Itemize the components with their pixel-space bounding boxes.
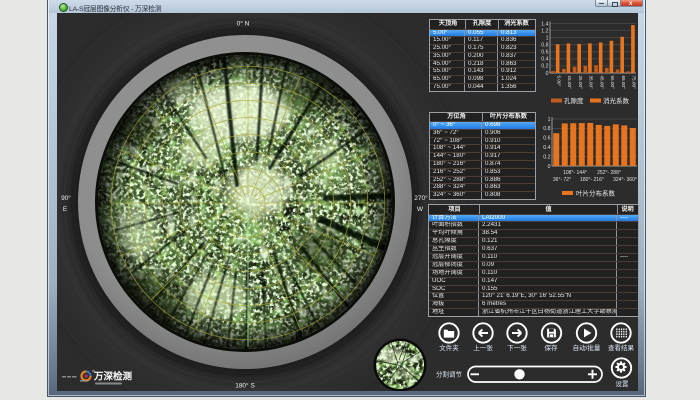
svg-text:0° N: 0° N [237, 20, 250, 28]
svg-text:1.2: 1.2 [541, 28, 548, 34]
svg-text:0.2: 0.2 [541, 64, 548, 70]
svg-text:180° S: 180° S [235, 382, 255, 390]
svg-text:108°- 144°: 108°- 144° [563, 170, 587, 176]
svg-text:分割调节: 分割调节 [436, 370, 463, 379]
svg-text:消光系数: 消光系数 [603, 96, 630, 105]
svg-text:1.4: 1.4 [541, 21, 548, 27]
svg-text:35.00°: 35.00° [589, 76, 594, 89]
svg-text:E: E [63, 206, 68, 213]
svg-text:45.00°: 45.00° [599, 76, 604, 89]
svg-text:65.00°: 65.00° [621, 76, 626, 89]
svg-text:0.4: 0.4 [543, 145, 550, 151]
svg-text:1: 1 [548, 117, 551, 123]
svg-text:叶片分布系数: 叶片分布系数 [576, 189, 616, 198]
svg-text:90°: 90° [61, 194, 71, 202]
svg-text:W: W [417, 206, 424, 213]
svg-text:0: 0 [546, 71, 549, 77]
svg-text:180°- 216°: 180°- 216° [580, 177, 604, 183]
svg-text:0.8: 0.8 [543, 126, 550, 132]
svg-text:0.6: 0.6 [541, 50, 548, 56]
svg-text:1: 1 [546, 35, 549, 41]
svg-text:0.2: 0.2 [543, 154, 550, 160]
svg-text:75.00°: 75.00° [632, 76, 637, 89]
svg-text:36°- 72°: 36°- 72° [553, 177, 571, 183]
svg-text:上一张: 上一张 [473, 343, 493, 352]
svg-text:万深检测: 万深检测 [93, 371, 133, 383]
svg-text:0: 0 [548, 164, 551, 170]
svg-text:下一张: 下一张 [507, 343, 527, 352]
svg-text:0.6: 0.6 [543, 136, 550, 142]
svg-text:保存: 保存 [545, 343, 559, 352]
svg-text:324°- 360°: 324°- 360° [613, 177, 637, 183]
svg-text:25.00°: 25.00° [578, 76, 583, 89]
svg-text:15.00°: 15.00° [567, 76, 572, 89]
svg-text:0.8: 0.8 [541, 43, 548, 49]
svg-text:文件夹: 文件夹 [439, 343, 459, 352]
svg-text:查看结果: 查看结果 [608, 343, 635, 352]
svg-text:孔隙度: 孔隙度 [564, 96, 584, 105]
svg-text:设置: 设置 [616, 379, 630, 388]
svg-text:自动/批量: 自动/批量 [573, 343, 601, 352]
svg-text:270°: 270° [414, 194, 428, 202]
svg-text:55.00°: 55.00° [610, 76, 615, 89]
svg-text:5.00°: 5.00° [556, 76, 561, 87]
svg-text:0.4: 0.4 [541, 57, 548, 63]
svg-text:252°- 288°: 252°- 288° [597, 170, 621, 176]
